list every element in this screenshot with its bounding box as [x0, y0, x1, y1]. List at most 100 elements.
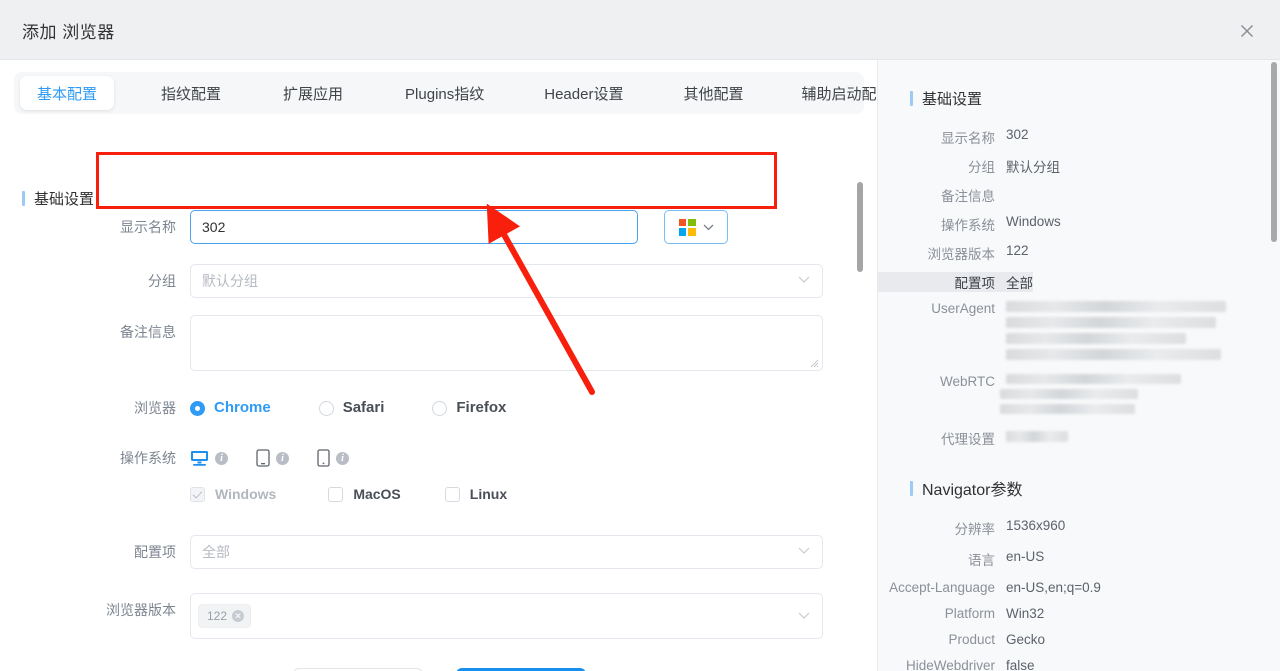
tab-plugins-fingerprint[interactable]: Plugins指纹 [388, 76, 501, 110]
checkbox-windows[interactable]: Windows [190, 486, 276, 502]
summary-value: en-US,en;q=0.9 [1006, 580, 1101, 595]
summary-row: 分组 默认分组 [878, 156, 1280, 176]
remark-textarea-wrap [190, 315, 823, 371]
summary-row: HideWebdriver false [878, 658, 1280, 671]
chevron-down-icon [798, 547, 810, 554]
tab-basic-config[interactable]: 基本配置 [20, 76, 115, 110]
summary-row: 操作系统 Windows [878, 214, 1280, 234]
close-icon[interactable] [1236, 20, 1258, 42]
resize-handle-icon[interactable] [809, 358, 819, 368]
browser-label: 浏览器 [134, 400, 176, 416]
checkbox-macos[interactable]: MacOS [328, 486, 401, 502]
summary-key: WebRTC [939, 374, 995, 389]
remark-textarea[interactable] [191, 316, 822, 370]
summary-value: 302 [1006, 127, 1029, 142]
chevron-down-icon [798, 612, 810, 619]
summary-value: 1536x960 [1006, 518, 1066, 533]
device-phone[interactable]: i [317, 449, 349, 467]
summary-row-config-item: 配置项 全部 [878, 272, 1280, 292]
summary-row: Product Gecko [878, 632, 1280, 647]
summary-value-redacted [1006, 431, 1068, 442]
summary-value-redacted [1000, 374, 1181, 414]
summary-value: Win32 [1006, 606, 1045, 621]
group-label: 分组 [148, 273, 176, 289]
summary-key: HideWebdriver [905, 658, 995, 671]
tab-header-settings[interactable]: Header设置 [527, 76, 640, 110]
checkbox-box [190, 486, 205, 502]
summary-key: 显示名称 [941, 131, 995, 146]
phone-icon [317, 449, 330, 467]
field-remark: 备注信息 [0, 315, 877, 371]
close-small-icon[interactable]: ✕ [232, 610, 245, 622]
radio-safari[interactable]: Safari [318, 391, 385, 425]
config-item-select[interactable]: 全部 [190, 535, 823, 569]
tablet-icon [256, 449, 270, 467]
device-tablet[interactable]: i [256, 449, 289, 467]
radio-firefox[interactable]: Firefox [432, 391, 506, 425]
tab-label: 基本配置 [37, 85, 98, 103]
summary-pane: 基础设置 显示名称 302 分组 默认分组 备注信息 操作系统 Windows [878, 60, 1280, 671]
device-desktop[interactable]: i [190, 450, 228, 467]
os-label: 操作系统 [120, 450, 176, 466]
tab-label: 扩展应用 [283, 85, 344, 103]
add-browser-dialog: 添加 浏览器 基本配置 指纹配置 扩展应用 Plugins指纹 Header设置… [0, 0, 1280, 671]
summary-value: en-US [1006, 549, 1045, 564]
tab-label: 其他配置 [683, 85, 744, 103]
info-icon[interactable]: i [215, 451, 228, 465]
heading-accent-bar [22, 191, 25, 206]
summary-row: Accept-Language en-US,en;q=0.9 [878, 580, 1280, 595]
summary-basic-heading: 基础设置 [910, 88, 1280, 109]
summary-navigator-heading: Navigator参数 [910, 476, 1280, 500]
checkbox-linux[interactable]: Linux [444, 486, 507, 502]
config-item-value: 全部 [202, 544, 230, 560]
heading-label: 基础设置 [34, 191, 95, 208]
summary-row: 分辨率 1536x960 [878, 518, 1280, 538]
radio-chrome[interactable]: Chrome [190, 391, 271, 425]
browser-version-select[interactable]: 122 ✕ [190, 593, 823, 639]
windows-logo-icon [678, 218, 696, 236]
radio-dot [318, 400, 334, 416]
summary-navigator-list: 分辨率 1536x960 语言 en-US Accept-Language en… [878, 518, 1280, 671]
field-browser: 浏览器 Chrome Safari Firefox [0, 391, 877, 425]
summary-key: 配置项 [878, 272, 1006, 292]
summary-row: 语言 en-US [878, 549, 1280, 569]
summary-basic-list: 显示名称 302 分组 默认分组 备注信息 操作系统 Windows 浏览器版本 [878, 127, 1280, 448]
summary-value: 全部 [1006, 272, 1033, 292]
tab-fingerprint-config[interactable]: 指纹配置 [144, 76, 238, 110]
checkbox-box [328, 486, 344, 502]
summary-value: 122 [1006, 243, 1029, 258]
info-icon[interactable]: i [276, 451, 289, 465]
summary-row: Platform Win32 [878, 606, 1280, 621]
info-icon[interactable]: i [336, 451, 349, 465]
field-browser-version: 浏览器版本 122 ✕ [0, 593, 877, 639]
summary-key: UserAgent [931, 301, 995, 316]
form-pane-scrollbar[interactable] [857, 182, 863, 272]
summary-value-redacted [1006, 301, 1226, 360]
summary-row: 浏览器版本 122 [878, 243, 1280, 263]
field-display-name: 显示名称 [0, 210, 877, 244]
os-quick-picker[interactable] [664, 210, 728, 244]
version-tag: 122 ✕ [198, 604, 252, 628]
radio-label: Safari [342, 399, 385, 416]
tab-label: Header设置 [544, 85, 624, 103]
heading-label: 基础设置 [922, 91, 983, 108]
summary-row: 显示名称 302 [878, 127, 1280, 147]
dialog-title: 添加 浏览器 [22, 23, 115, 42]
field-os-checkboxes: Windows MacOS Linux [0, 479, 877, 513]
summary-pane-scrollbar[interactable] [1271, 62, 1277, 242]
tab-label: 辅助启动配置 [801, 85, 877, 103]
chevron-down-icon [703, 224, 713, 230]
tab-other-config[interactable]: 其他配置 [666, 76, 760, 110]
field-group: 分组 默认分组 [0, 264, 877, 298]
tab-launch-config[interactable]: 辅助启动配置 [784, 76, 877, 110]
summary-value: Windows [1006, 214, 1061, 229]
radio-label: Firefox [456, 399, 507, 416]
browser-version-label: 浏览器版本 [106, 602, 176, 618]
display-name-label: 显示名称 [120, 219, 176, 235]
summary-row-webrtc: WebRTC [878, 374, 1280, 414]
group-value: 默认分组 [202, 273, 258, 289]
tab-extensions[interactable]: 扩展应用 [266, 76, 360, 110]
group-select[interactable]: 默认分组 [190, 264, 823, 298]
config-item-label: 配置项 [134, 544, 176, 560]
display-name-input[interactable] [190, 210, 638, 244]
